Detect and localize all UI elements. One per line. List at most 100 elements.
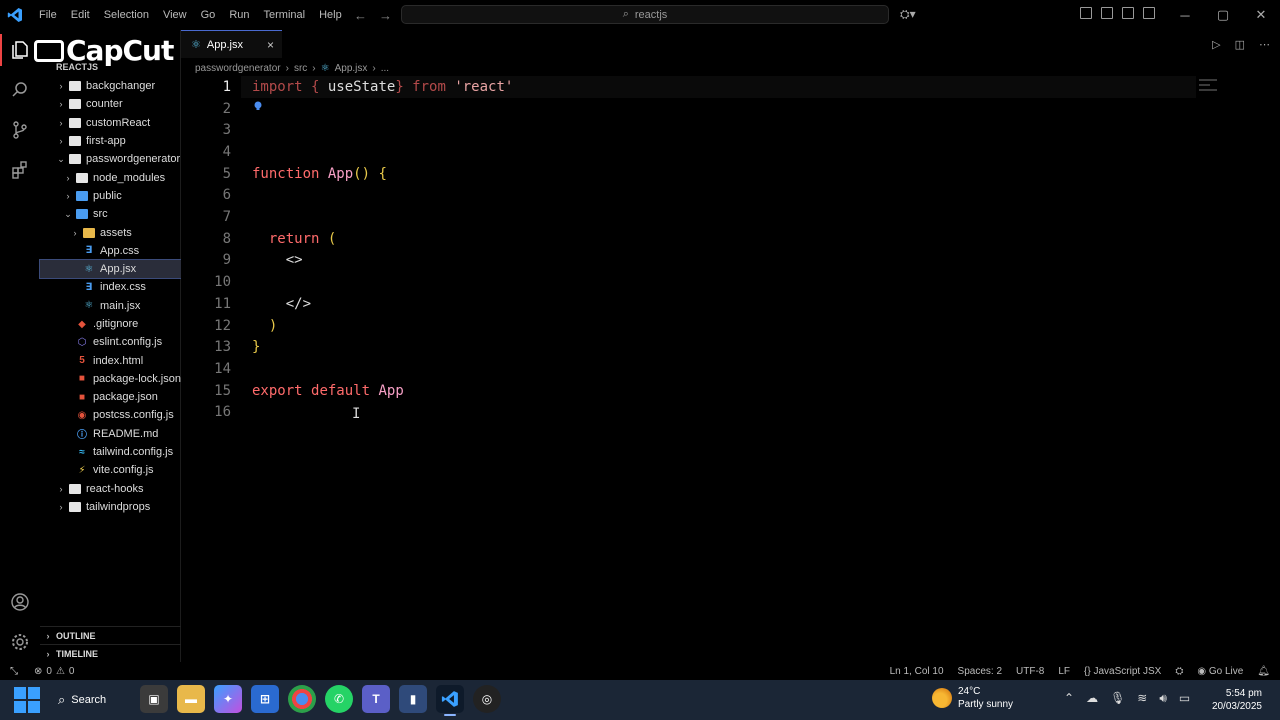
explorer-item[interactable]: ⚛ main.jsx xyxy=(40,297,181,315)
wifi-icon[interactable]: ≋ xyxy=(1137,691,1147,706)
close-icon[interactable]: ✕ xyxy=(1242,0,1280,30)
microphone-icon[interactable]: 🎙︎ xyxy=(1110,691,1125,706)
explorer-item[interactable]: ⬡ eslint.config.js xyxy=(40,333,181,351)
problems-indicator[interactable]: ⊗ 0 ⚠ 0 xyxy=(34,666,74,677)
explorer-item[interactable]: › public xyxy=(40,187,181,205)
whatsapp-icon[interactable]: ✆ xyxy=(325,685,353,713)
toggle-primary-sidebar-icon[interactable] xyxy=(1101,7,1113,19)
maximize-icon[interactable]: ▢ xyxy=(1204,0,1242,30)
explorer-item[interactable]: ⌄ src xyxy=(40,205,181,223)
cloud-icon[interactable]: ☁ xyxy=(1086,691,1098,706)
explorer-item-label: index.html xyxy=(93,354,144,367)
menu-item-file[interactable]: File xyxy=(32,0,64,30)
tailwind-file-icon: ≈ xyxy=(79,446,85,458)
explorer-item[interactable]: › assets xyxy=(40,223,181,241)
explorer-item[interactable]: ⓘ README.md xyxy=(40,425,181,443)
bell-icon[interactable]: 🔔︎ xyxy=(1257,666,1270,677)
menu-item-selection[interactable]: Selection xyxy=(97,0,156,30)
outline-section[interactable]: › OUTLINE xyxy=(40,626,181,644)
explorer-item[interactable]: › first-app xyxy=(40,132,181,150)
explorer-item[interactable]: ◉ postcss.config.js xyxy=(40,406,181,424)
windows-start-icon[interactable] xyxy=(14,687,40,713)
menu-item-go[interactable]: Go xyxy=(194,0,223,30)
run-icon[interactable]: ▷ xyxy=(1212,38,1220,51)
breadcrumb-item[interactable]: passwordgenerator xyxy=(195,63,281,74)
explorer-item[interactable]: ∃ App.css xyxy=(40,242,181,260)
minimize-icon[interactable]: ─ xyxy=(1166,0,1204,30)
language-mode[interactable]: {} JavaScript JSX xyxy=(1084,666,1161,677)
menu-item-help[interactable]: Help xyxy=(312,0,349,30)
workspace-root-label[interactable]: REACTJS xyxy=(56,62,98,72)
toggle-panel-icon[interactable] xyxy=(1122,7,1134,19)
explorer-item[interactable]: ⌄ passwordgenerator xyxy=(40,150,181,168)
explorer-item[interactable]: ⚡ vite.config.js xyxy=(40,461,181,479)
volume-icon[interactable]: 🔊︎ xyxy=(1159,691,1167,706)
explorer-item[interactable]: ■ package.json xyxy=(40,388,181,406)
code-token: { xyxy=(302,78,328,95)
chevron-up-icon[interactable]: ⌃ xyxy=(1064,691,1074,706)
extensions-icon[interactable] xyxy=(0,150,40,190)
battery-icon[interactable]: ▭ xyxy=(1179,691,1190,706)
source-control-icon[interactable] xyxy=(0,110,40,150)
breadcrumb-item[interactable]: ... xyxy=(381,63,389,74)
customize-layout-icon[interactable] xyxy=(1080,7,1092,19)
breadcrumb-item[interactable]: App.jsx xyxy=(335,63,368,74)
cursor-position[interactable]: Ln 1, Col 10 xyxy=(890,666,944,677)
menu-item-run[interactable]: Run xyxy=(222,0,256,30)
menu-item-terminal[interactable]: Terminal xyxy=(257,0,313,30)
copilot-app-icon[interactable]: ✦ xyxy=(214,685,242,713)
indentation[interactable]: Spaces: 2 xyxy=(958,666,1002,677)
warning-icon: ⚠ xyxy=(55,665,65,677)
explorer-item[interactable]: 5 index.html xyxy=(40,351,181,369)
file-explorer-icon[interactable]: ▬ xyxy=(177,685,205,713)
explorer-item[interactable]: › backgchanger xyxy=(40,77,181,95)
vscode-taskbar-icon[interactable] xyxy=(436,685,464,716)
explorer-item[interactable]: › customReact xyxy=(40,114,181,132)
app-icon[interactable]: ▮ xyxy=(399,685,427,713)
menu-item-edit[interactable]: Edit xyxy=(64,0,97,30)
microsoft-store-icon[interactable]: ⊞ xyxy=(251,685,279,713)
more-actions-icon[interactable]: ⋯ xyxy=(1259,38,1270,51)
code-editor[interactable]: 1 import { useState} from 'react' 2 3 4 5 func… xyxy=(181,76,1280,662)
copilot-icon[interactable]: ⛭▾ xyxy=(900,7,916,22)
clock[interactable]: 5:54 pm 20/03/2025 xyxy=(1212,687,1262,713)
explorer-item[interactable]: ⚛ App.jsx xyxy=(39,258,182,280)
minimap[interactable] xyxy=(1199,76,1217,94)
back-arrow-icon[interactable]: ← xyxy=(354,8,367,23)
teams-icon[interactable]: T xyxy=(362,685,390,713)
explorer-item[interactable]: › counter xyxy=(40,95,181,113)
forward-arrow-icon[interactable]: → xyxy=(379,8,392,23)
chevron-right-icon: › xyxy=(46,648,50,659)
tab-app-jsx[interactable]: ⚛ App.jsx × xyxy=(181,30,282,58)
explorer-item[interactable]: ∃ index.css xyxy=(40,278,181,296)
taskbar-search[interactable]: ⌕ Search xyxy=(58,692,106,708)
toggle-secondary-sidebar-icon[interactable] xyxy=(1143,7,1155,19)
timeline-section[interactable]: › TIMELINE xyxy=(40,644,181,662)
menu-item-view[interactable]: View xyxy=(156,0,194,30)
breadcrumb-item[interactable]: src xyxy=(294,63,307,74)
task-view-icon[interactable]: ▣ xyxy=(140,685,168,713)
capcut-logo-icon xyxy=(34,39,64,62)
weather-widget[interactable]: 24°C Partly sunny xyxy=(932,685,1013,711)
command-center[interactable]: ⌕ reactjs xyxy=(401,5,889,24)
search-icon[interactable] xyxy=(0,70,40,110)
lightbulb-icon[interactable] xyxy=(253,98,263,110)
obs-icon[interactable]: ◎ xyxy=(473,685,501,713)
split-editor-icon[interactable]: ◫ xyxy=(1235,38,1245,51)
copilot-status-icon[interactable]: ⛭ xyxy=(1175,666,1183,677)
encoding[interactable]: UTF-8 xyxy=(1016,666,1044,677)
explorer-item[interactable]: › react-hooks xyxy=(40,480,181,498)
close-tab-icon[interactable]: × xyxy=(267,38,274,52)
accounts-icon[interactable] xyxy=(0,582,40,622)
gear-icon[interactable] xyxy=(0,622,40,662)
go-live-button[interactable]: ◉ Go Live xyxy=(1197,666,1243,677)
explorer-item[interactable]: ≈ tailwind.config.js xyxy=(40,443,181,461)
explorer-item[interactable]: ■ package-lock.json xyxy=(40,370,181,388)
explorer-item[interactable]: ◆ .gitignore xyxy=(40,315,181,333)
remote-icon[interactable]: ⤡ xyxy=(0,662,28,680)
explorer-item-label: passwordgenerator xyxy=(86,153,181,166)
chrome-icon[interactable] xyxy=(288,685,316,713)
end-of-line[interactable]: LF xyxy=(1058,666,1070,677)
explorer-item[interactable]: › node_modules xyxy=(40,168,181,186)
explorer-item[interactable]: › tailwindprops xyxy=(40,498,181,516)
